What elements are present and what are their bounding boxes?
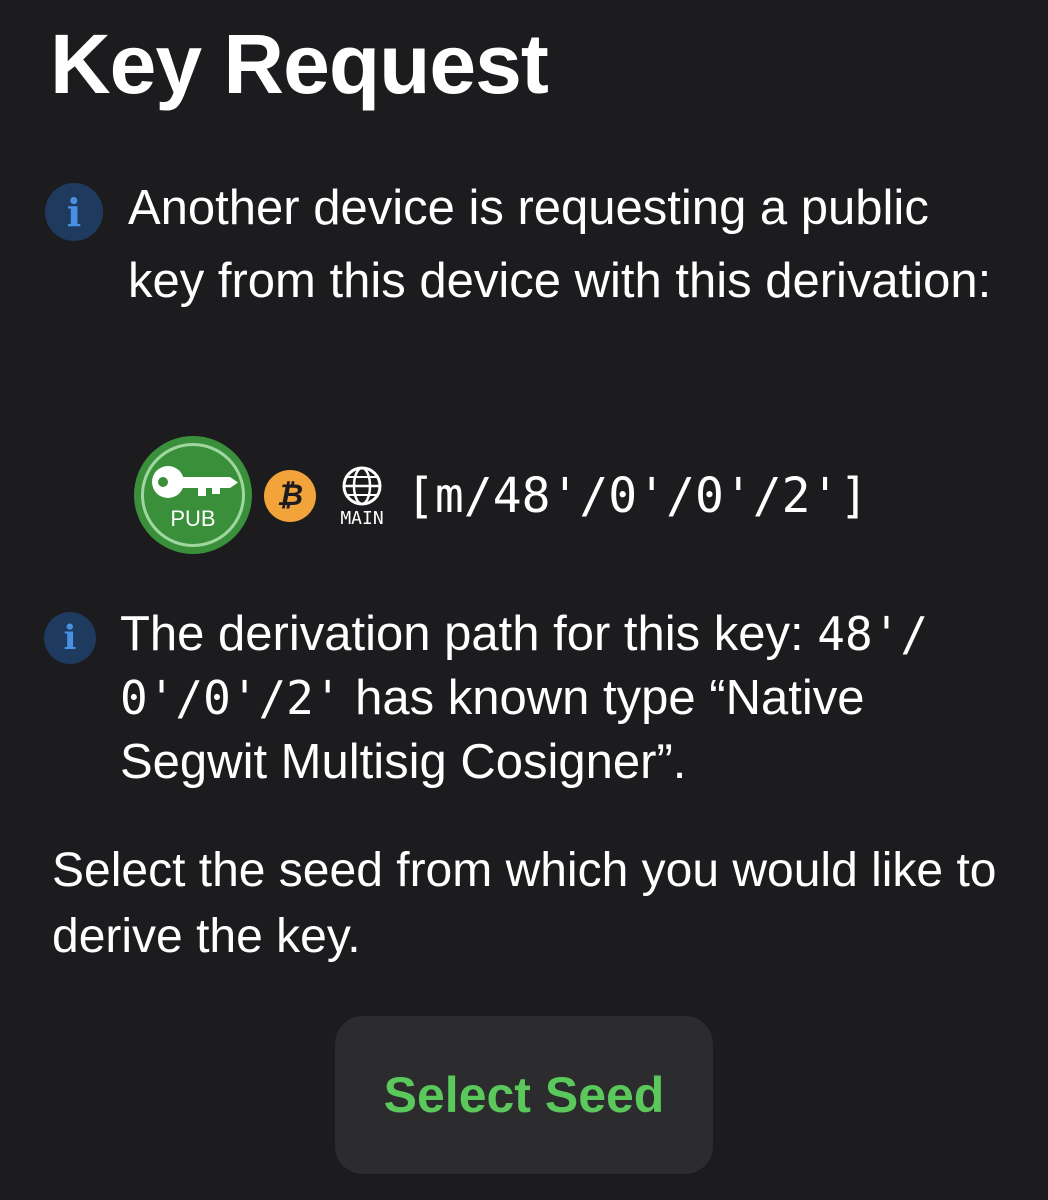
public-key-badge: PUB: [134, 436, 252, 554]
info-icon: i: [45, 183, 103, 241]
derivation-type-note: The derivation path for this key: 48'/ 0…: [120, 602, 1000, 794]
note-prefix: The derivation path for this key:: [120, 607, 818, 661]
instruction-text: Select the seed from which you would lik…: [52, 844, 997, 963]
info-icon: i: [44, 612, 96, 664]
network-indicator: MAIN: [332, 464, 392, 534]
note-path-part1: 48'/: [817, 607, 929, 661]
pub-label: PUB: [170, 506, 216, 531]
note-path-part2: 0'/0'/2': [120, 671, 342, 725]
select-seed-button[interactable]: Select Seed: [335, 1016, 713, 1174]
request-info-text: Another device is requesting a public ke…: [128, 181, 992, 308]
globe-icon: [342, 466, 382, 506]
bitcoin-icon: ₿: [264, 470, 316, 522]
note-suffix-1: has known type “Native: [341, 671, 865, 725]
page-title: Key Request: [50, 17, 549, 111]
key-icon: [152, 466, 238, 498]
derivation-path: [m/48'/0'/0'/2']: [406, 468, 869, 524]
network-label: MAIN: [340, 508, 384, 529]
derivation-row: PUB ₿ MAIN [m/48'/0'/0'/2']: [134, 436, 994, 554]
note-suffix-2: Segwit Multisig Cosigner”.: [120, 735, 687, 789]
